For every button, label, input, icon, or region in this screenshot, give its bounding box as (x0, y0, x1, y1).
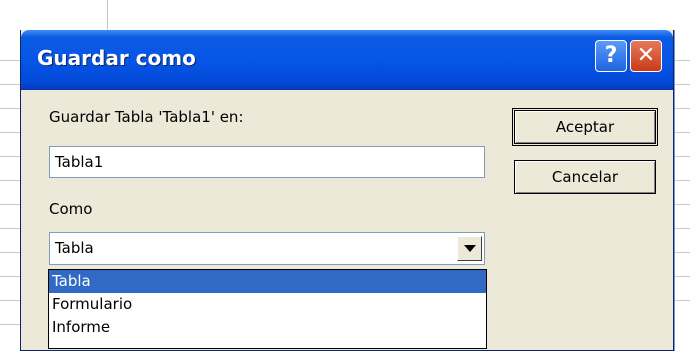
grid-line (107, 0, 108, 30)
grid-line (0, 276, 20, 277)
grid-line (672, 180, 690, 181)
grid-line (672, 132, 690, 133)
help-icon[interactable]: ? (595, 40, 627, 72)
como-dropdown-list: Tabla Formulario Informe (48, 269, 487, 349)
grid-line (0, 228, 20, 229)
accept-button[interactable]: Aceptar (512, 108, 658, 146)
grid-line (672, 204, 690, 205)
grid-line (0, 204, 20, 205)
como-select[interactable]: Tabla (49, 232, 485, 265)
grid-line (0, 180, 20, 181)
grid-line (672, 300, 690, 301)
close-icon[interactable]: ✕ (630, 40, 662, 72)
dialog-title: Guardar como (37, 46, 196, 70)
dropdown-option-informe[interactable]: Informe (49, 316, 486, 339)
grid-line (672, 108, 690, 109)
grid-line (672, 156, 690, 157)
como-select-value: Tabla (55, 239, 94, 257)
cancel-button[interactable]: Cancelar (514, 160, 656, 194)
grid-line (0, 156, 20, 157)
grid-line (672, 60, 690, 61)
grid-line (672, 276, 690, 277)
como-label: Como (49, 200, 93, 218)
chevron-down-icon[interactable] (457, 236, 482, 261)
name-field[interactable]: Tabla1 (49, 146, 485, 178)
grid-line (672, 84, 690, 85)
dropdown-option-tabla[interactable]: Tabla (49, 270, 486, 293)
save-location-label: Guardar Tabla 'Tabla1' en: (49, 108, 244, 126)
grid-line (0, 300, 20, 301)
grid-line (0, 132, 20, 133)
grid-line (0, 252, 20, 253)
grid-line (0, 324, 20, 325)
dialog-titlebar[interactable]: Guardar como ? ✕ (21, 30, 673, 90)
grid-line (672, 228, 690, 229)
grid-line (0, 60, 20, 61)
grid-line (0, 84, 20, 85)
dropdown-option-formulario[interactable]: Formulario (49, 293, 486, 316)
grid-line (672, 252, 690, 253)
grid-line (0, 108, 20, 109)
